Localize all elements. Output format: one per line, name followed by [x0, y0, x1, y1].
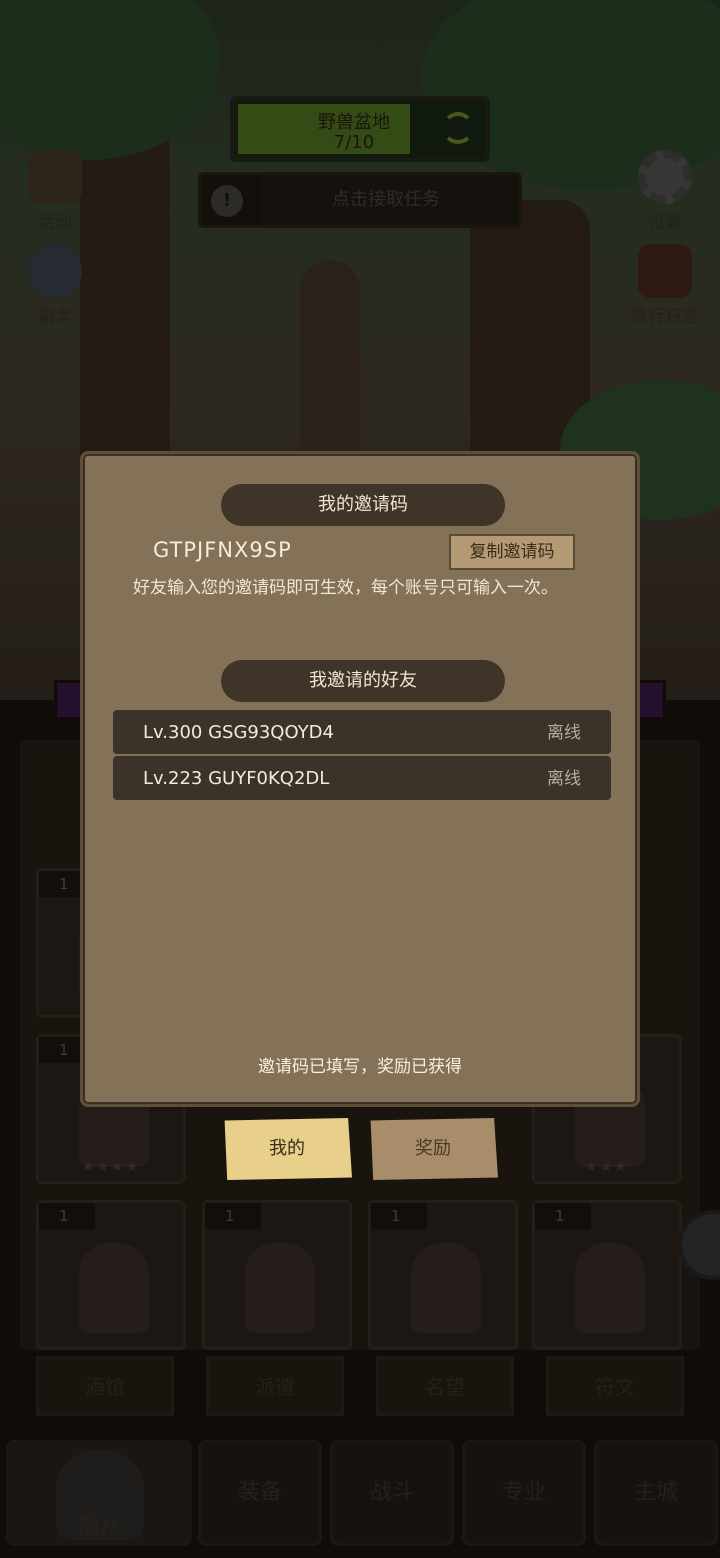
- invited-friends-title: 我邀请的好友: [221, 660, 505, 702]
- friend-name: Lv.223 GUYF0KQ2DL: [143, 768, 330, 789]
- invite-description: 好友输入您的邀请码即可生效，每个账号只可输入一次。: [133, 578, 558, 598]
- friend-status: 离线: [547, 723, 581, 743]
- copy-invite-code-button[interactable]: 复制邀请码: [449, 534, 575, 570]
- tab-mine[interactable]: 我的: [224, 1118, 352, 1180]
- friend-status: 离线: [547, 769, 581, 789]
- list-item[interactable]: Lv.223 GUYF0KQ2DL 离线: [113, 756, 611, 800]
- list-item[interactable]: Lv.300 GSG93QOYD4 离线: [113, 710, 611, 754]
- friend-name: Lv.300 GSG93QOYD4: [143, 722, 334, 743]
- invite-filled-note: 邀请码已填写，奖励已获得: [258, 1057, 462, 1077]
- invite-code: GTPJFNX9SP: [153, 538, 292, 562]
- my-invite-code-title: 我的邀请码: [221, 484, 505, 526]
- invite-dialog: 我的邀请码 GTPJFNX9SP 复制邀请码 好友输入您的邀请码即可生效，每个账…: [80, 451, 640, 1107]
- tab-reward[interactable]: 奖励: [370, 1118, 498, 1180]
- friend-list: Lv.300 GSG93QOYD4 离线 Lv.223 GUYF0KQ2DL 离…: [113, 710, 611, 802]
